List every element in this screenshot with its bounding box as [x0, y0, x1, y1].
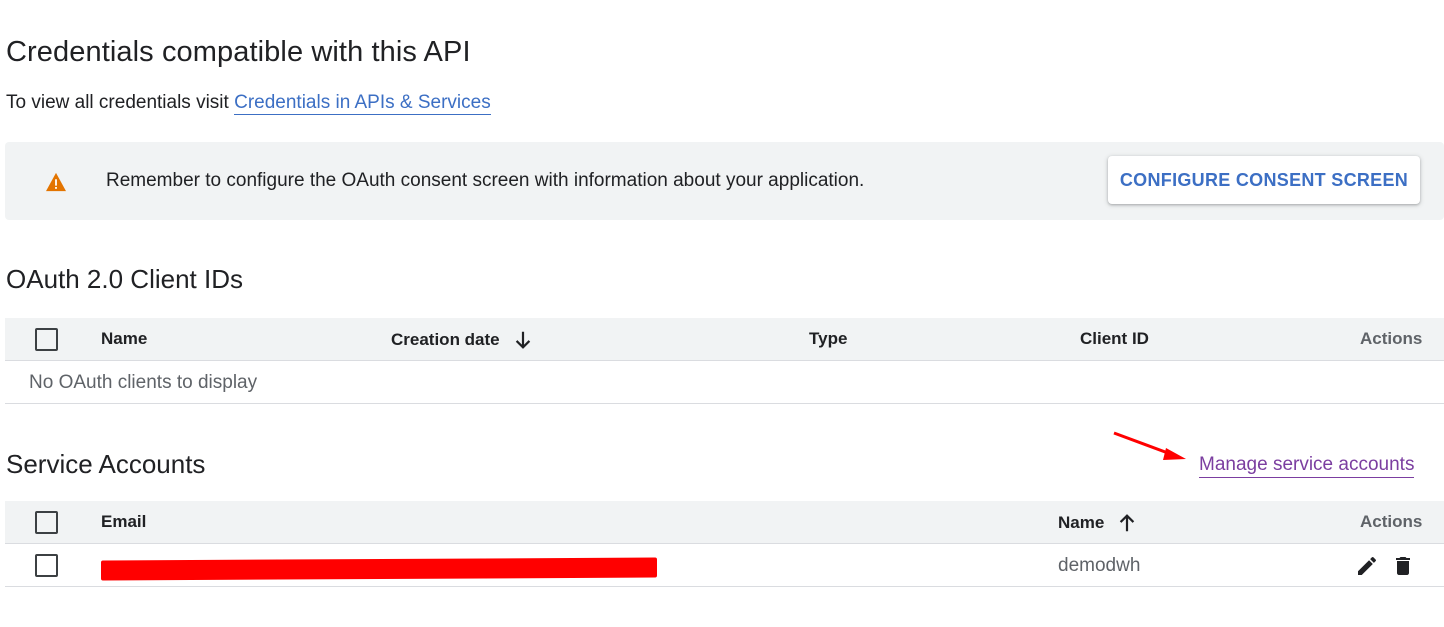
consent-warning-banner: Remember to configure the OAuth consent … [5, 142, 1444, 220]
empty-message: No OAuth clients to display [29, 372, 258, 393]
service-accounts-table: Email Name Actions demodwh [5, 501, 1444, 587]
column-header-name[interactable]: Name [101, 329, 147, 349]
arrow-down-icon[interactable] [512, 329, 534, 351]
edit-icon[interactable] [1355, 554, 1379, 578]
column-header-name-label: Name [1058, 513, 1105, 532]
empty-row: No OAuth clients to display [5, 361, 1444, 404]
manage-service-accounts-link[interactable]: Manage service accounts [1199, 454, 1415, 478]
service-accounts-table-header: Email Name Actions [5, 501, 1444, 544]
select-all-checkbox[interactable] [35, 511, 58, 534]
column-header-creation-date[interactable]: Creation date [391, 329, 534, 351]
configure-consent-screen-button[interactable]: CONFIGURE CONSENT SCREEN [1108, 156, 1420, 204]
banner-message: Remember to configure the OAuth consent … [106, 170, 865, 191]
credentials-link[interactable]: Credentials in APIs & Services [234, 92, 491, 115]
column-header-creation-date-label: Creation date [391, 330, 500, 349]
arrow-up-icon[interactable] [1116, 512, 1138, 534]
row-checkbox[interactable] [35, 554, 58, 577]
column-header-actions: Actions [1360, 329, 1423, 348]
table-row: demodwh [5, 544, 1444, 587]
column-header-name[interactable]: Name [1058, 512, 1138, 534]
service-accounts-title: Service Accounts [6, 449, 206, 479]
column-header-actions: Actions [1360, 512, 1423, 531]
page-title: Credentials compatible with this API [6, 36, 471, 68]
intro-text: To view all credentials visit [6, 92, 229, 113]
select-all-checkbox[interactable] [35, 328, 58, 351]
redacted-email [101, 557, 657, 581]
service-account-name: demodwh [1058, 555, 1141, 576]
annotation-arrow-icon [1113, 431, 1186, 460]
column-header-type[interactable]: Type [809, 329, 847, 349]
delete-icon[interactable] [1391, 554, 1415, 578]
oauth-section-title: OAuth 2.0 Client IDs [6, 264, 243, 294]
oauth-clients-table: Name Creation date Type Client ID Action… [5, 318, 1444, 404]
column-header-client-id[interactable]: Client ID [1080, 329, 1149, 349]
column-header-email[interactable]: Email [101, 512, 146, 532]
intro-line: To view all credentials visit Credential… [6, 92, 491, 115]
oauth-table-header: Name Creation date Type Client ID Action… [5, 318, 1444, 361]
